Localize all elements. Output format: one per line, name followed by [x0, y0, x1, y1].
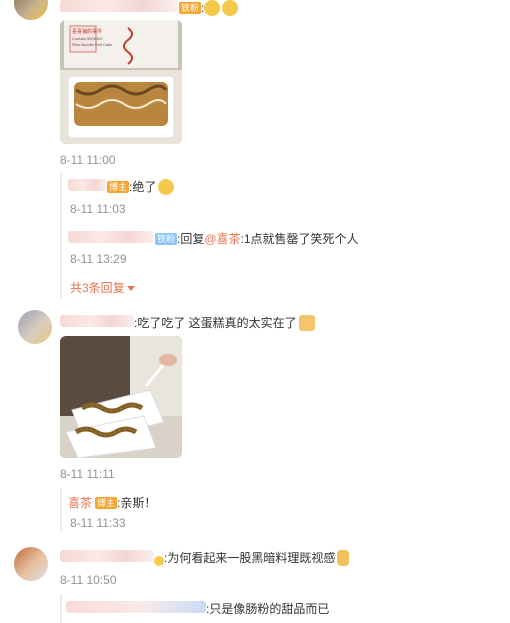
reply-text: :亲斯！	[117, 496, 157, 510]
reply-line: :只是像肠粉的甜品而已	[66, 600, 329, 617]
mention-link[interactable]: @喜茶	[204, 232, 240, 246]
person-emoji-icon	[337, 550, 350, 566]
blogger-badge: 博主	[107, 181, 130, 193]
reply-thread	[60, 488, 62, 532]
emoji-icon	[154, 556, 164, 566]
username-blurred[interactable]	[66, 601, 206, 613]
comment-author-line: 铁粉:	[60, 0, 239, 16]
image-label-text: Contain 3000000	[72, 36, 103, 41]
avatar[interactable]	[14, 547, 48, 581]
comment-image[interactable]: 喜喜铺的事件 Contain 3000000 Rice Noodle Roll …	[60, 20, 182, 144]
username-blurred[interactable]	[60, 0, 178, 12]
reply-thread	[60, 594, 62, 623]
reply-time: 8-11 11:33	[70, 516, 126, 530]
reply-line: 喜茶 博主:亲斯！	[68, 494, 156, 511]
avatar[interactable]	[18, 310, 52, 344]
reply-line: 博主:绝了	[68, 178, 175, 195]
heart-eyes-emoji-icon	[222, 0, 239, 16]
reply-line: 铁粉:回复@喜茶:1点就售罄了笑死个人	[68, 230, 359, 247]
reply-time: 8-11 11:03	[70, 202, 126, 216]
username-blurred[interactable]	[60, 315, 134, 327]
username-blurred[interactable]	[68, 179, 106, 191]
more-replies-label: 共3条回复	[70, 281, 125, 295]
comment-text: :吃了吃了 这蛋糕真的太实在了	[134, 316, 297, 330]
reply-thread	[60, 172, 62, 298]
image-label-text: Rice Noodle Roll Cake	[72, 42, 113, 47]
reply-time: 8-11 13:29	[70, 252, 127, 266]
comment-author-line: :吃了吃了 这蛋糕真的太实在了	[60, 314, 315, 331]
blogger-badge: 博主	[95, 497, 118, 509]
reply-text: :1点就售罄了笑死个人	[240, 232, 359, 246]
image-label-text: 喜喜铺的事件	[72, 29, 103, 35]
comment-image[interactable]	[60, 336, 182, 458]
fan-badge: 铁粉	[179, 2, 202, 14]
chevron-down-icon	[126, 286, 135, 291]
comment-time: 8-11 10:50	[60, 573, 117, 587]
comment-time: 8-11 11:11	[60, 467, 115, 481]
thumbs-up-icon	[298, 315, 315, 331]
reply-author[interactable]: 喜茶	[68, 496, 92, 510]
comment-text: :为何看起来一股黑暗料理既视感	[164, 551, 336, 565]
reply-text: :只是像肠粉的甜品而已	[206, 602, 330, 616]
wink-emoji-icon	[158, 179, 175, 195]
reply-prefix: :回复	[177, 232, 205, 246]
comment-time: 8-11 11:00	[60, 153, 116, 167]
heart-eyes-emoji-icon	[204, 0, 221, 16]
comment-author-line: :为何看起来一股黑暗料理既视感	[60, 549, 350, 566]
username-blurred[interactable]	[60, 550, 154, 562]
cake-photo	[60, 336, 182, 458]
fan-badge: 铁粉	[155, 233, 178, 245]
username-blurred[interactable]	[68, 231, 154, 243]
avatar[interactable]	[14, 0, 48, 20]
reply-text: :绝了	[129, 180, 157, 194]
more-replies-link[interactable]: 共3条回复	[70, 279, 135, 296]
